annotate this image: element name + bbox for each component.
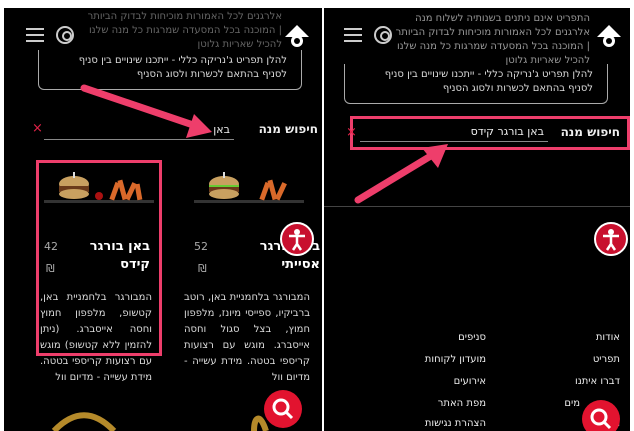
- menu-info-text: להלן תפריט ג'נריקה כללי - ייתכנו שינויים…: [384, 69, 593, 94]
- product-price: 52: [194, 240, 208, 253]
- search-label: חיפוש מנה: [258, 122, 318, 136]
- currency-symbol: ₪: [46, 262, 55, 275]
- menu-info-box: להלן תפריט ג'נריקה כללי - ייתכנו שינויים…: [344, 64, 608, 104]
- footer-link-menu[interactable]: תפריט: [593, 354, 620, 365]
- logo[interactable]: [284, 24, 310, 50]
- search-icon: [272, 398, 294, 420]
- footer-link-club[interactable]: מועדון לקוחות: [425, 354, 486, 365]
- product-image: [194, 172, 304, 203]
- search-input[interactable]: באן: [44, 120, 234, 140]
- logo[interactable]: [596, 24, 622, 50]
- clear-search-icon[interactable]: ×: [32, 122, 43, 136]
- header: [344, 24, 622, 50]
- product-name[interactable]: באן בורגר קידס: [74, 238, 150, 274]
- accessibility-icon: [289, 229, 305, 251]
- accessibility-button[interactable]: [280, 222, 314, 256]
- hamburger-icon[interactable]: [26, 28, 44, 42]
- info-faded-line: אלרגנים לכל האמורות מוכיחות לבדוק הביותר: [87, 11, 282, 22]
- floating-search-button[interactable]: [264, 390, 302, 428]
- user-icon[interactable]: [56, 26, 74, 44]
- right-screenshot: התפריט אינם ניתנים בשנותיה לשלוח מנה אלר…: [324, 8, 630, 431]
- pointer-arrow: [354, 144, 448, 204]
- accessibility-icon: [603, 229, 619, 251]
- footer-link-events[interactable]: אירועים: [454, 376, 486, 387]
- search-label: חיפוש מנה: [560, 125, 620, 139]
- product-price: 42: [44, 240, 58, 253]
- footer-link-partial[interactable]: מים: [564, 398, 580, 409]
- search-icon: [590, 408, 612, 430]
- product-description: המבורגר בלחמניית באן, רוטב ברביקיו, ספיי…: [184, 292, 310, 383]
- section-divider: [324, 206, 630, 207]
- hamburger-icon[interactable]: [344, 28, 362, 42]
- product-description: המבורגר בלחמניית באן, קטשופ, מלפפון חמוץ…: [40, 292, 152, 383]
- footer-link-about[interactable]: אודות: [596, 332, 620, 343]
- floating-search-button[interactable]: [582, 400, 620, 431]
- menu-info-text: להלן תפריט ג'נריקה כללי - ייתכנו שינויים…: [78, 55, 287, 80]
- accessibility-button[interactable]: [594, 222, 628, 256]
- footer-link-sitemap[interactable]: מפת האתר: [438, 398, 486, 409]
- footer-link-branches[interactable]: סניפים: [458, 332, 486, 343]
- footer-link-accessibility[interactable]: הצהרת נגישות: [425, 418, 486, 429]
- header: [26, 24, 310, 50]
- currency-symbol: ₪: [198, 262, 207, 275]
- left-screenshot: אלרגנים לכל האמורות מוכיחות לבדוק הביותר…: [4, 8, 322, 431]
- user-icon[interactable]: [374, 26, 392, 44]
- footer-link-contact[interactable]: דברו איתנו: [575, 376, 620, 387]
